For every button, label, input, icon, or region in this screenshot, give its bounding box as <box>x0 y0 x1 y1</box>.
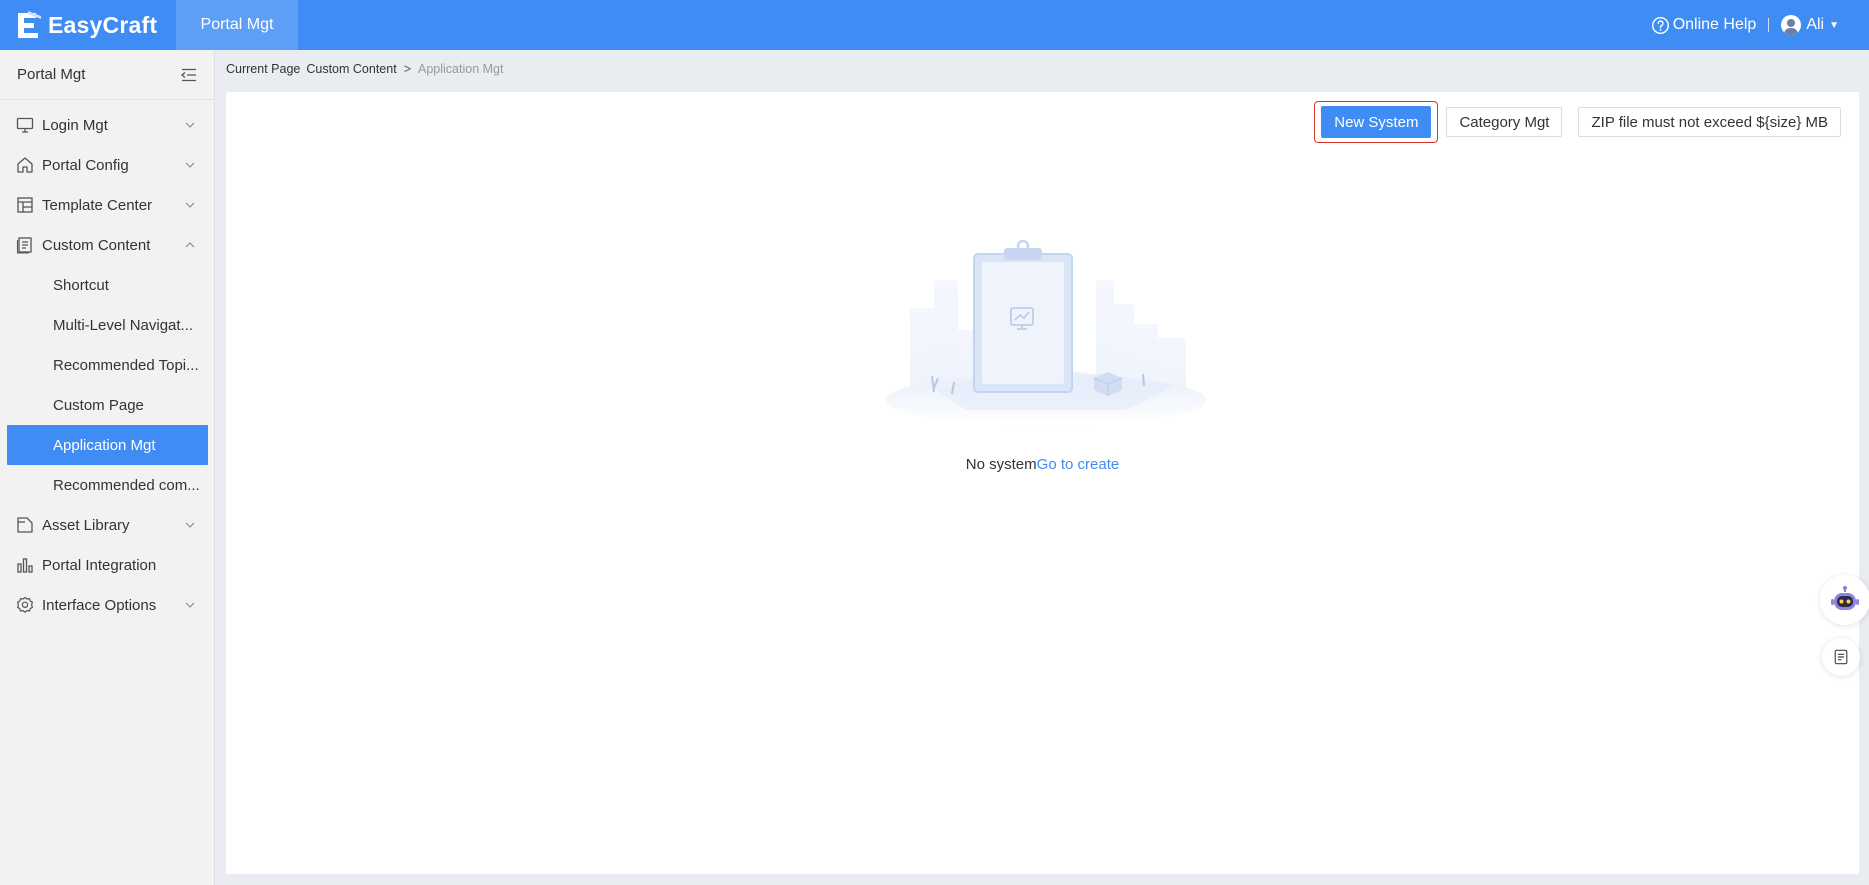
breadcrumb: Current Page Custom Content > Applicatio… <box>226 60 503 78</box>
empty-clipboard-illustration <box>886 240 1206 426</box>
breadcrumb-current: Application Mgt <box>418 62 504 76</box>
breadcrumb-prefix: Current Page <box>226 62 301 76</box>
new-system-highlight: New System <box>1314 101 1439 143</box>
user-name: Ali <box>1806 16 1825 33</box>
zip-upload-button[interactable]: ZIP file must not exceed ${size} MB <box>1578 107 1841 137</box>
gear-icon <box>16 596 34 614</box>
folder-file-icon <box>16 516 34 534</box>
sidebar-item-portal-integration[interactable]: Portal Integration <box>0 545 214 585</box>
sidebar-item-label: Asset Library <box>42 516 130 534</box>
user-avatar-icon <box>1784 19 1799 35</box>
sidebar-subitem-label: Recommended Topi... <box>53 356 199 374</box>
breadcrumb-separator: > <box>403 62 411 76</box>
user-menu[interactable]: Ali ▼ <box>1781 15 1839 35</box>
sidebar-item-label: Portal Config <box>42 156 129 174</box>
robot-icon <box>1831 586 1859 610</box>
top-bar: EasyCraft Portal Mgt Online Help Ali ▼ <box>0 0 1869 50</box>
go-to-create-link[interactable]: Go to create <box>1037 456 1120 473</box>
layout-icon <box>16 196 34 214</box>
assistant-robot-button[interactable] <box>1820 575 1869 625</box>
collapse-menu-icon[interactable] <box>180 66 198 84</box>
sidebar-subitem-shortcut[interactable]: Shortcut <box>0 265 214 305</box>
chevron-down-icon <box>184 159 196 171</box>
new-system-button[interactable]: New System <box>1321 106 1432 138</box>
tab-portal-mgt[interactable]: Portal Mgt <box>176 0 298 50</box>
sidebar-subitem-label: Recommended com... <box>53 476 200 494</box>
empty-state-text: No system <box>965 456 1037 473</box>
sidebar-item-label: Login Mgt <box>42 116 108 134</box>
sidebar-item-portal-config[interactable]: Portal Config <box>0 145 214 185</box>
sidebar-subitem-label: Application Mgt <box>53 436 156 454</box>
sidebar-subitem-custom-page[interactable]: Custom Page <box>0 385 214 425</box>
sidebar-subitem-label: Custom Page <box>53 396 144 414</box>
toolbar: New System Category Mgt ZIP file must no… <box>1314 101 1841 143</box>
sidebar-subitem-recommended-content[interactable]: Recommended com... <box>0 465 214 505</box>
breadcrumb-parent[interactable]: Custom Content <box>306 62 396 76</box>
home-icon <box>16 156 34 174</box>
header-divider <box>1768 18 1770 32</box>
main-panel: New System Category Mgt ZIP file must no… <box>226 92 1859 874</box>
notes-button[interactable] <box>1822 638 1860 676</box>
sidebar-item-custom-content[interactable]: Custom Content <box>0 225 214 265</box>
chevron-down-icon <box>184 599 196 611</box>
document-icon <box>16 236 34 254</box>
sidebar-item-label: Portal Integration <box>42 556 157 574</box>
online-help-link[interactable]: Online Help <box>1651 16 1757 35</box>
bar-chart-icon <box>16 556 34 574</box>
caret-down-icon: ▼ <box>1829 19 1839 31</box>
sidebar-subitem-label: Shortcut <box>53 276 109 294</box>
sidebar-item-label: Interface Options <box>42 596 157 614</box>
top-right-area: Online Help Ali ▼ <box>1651 0 1839 50</box>
chevron-down-icon <box>184 119 196 131</box>
sidebar-header: Portal Mgt <box>0 50 214 100</box>
sidebar-subitem-label: Multi-Level Navigat... <box>53 316 194 334</box>
sidebar-item-interface-options[interactable]: Interface Options <box>0 585 214 625</box>
sidebar: Portal Mgt Login Mgt Portal Config Templ… <box>0 50 215 885</box>
sidebar-item-asset-library[interactable]: Asset Library <box>0 505 214 545</box>
monitor-icon <box>16 116 34 134</box>
notes-icon <box>1834 649 1848 665</box>
question-circle-icon <box>1651 16 1669 34</box>
chevron-down-icon <box>184 199 196 211</box>
empty-state-message: No systemGo to create <box>226 456 1859 473</box>
sidebar-item-label: Template Center <box>42 196 153 214</box>
app-name: EasyCraft <box>48 11 158 38</box>
avatar <box>1781 15 1802 35</box>
chevron-up-icon <box>184 239 196 251</box>
logo-icon <box>18 11 41 38</box>
category-mgt-button[interactable]: Category Mgt <box>1446 107 1563 137</box>
app-logo[interactable]: EasyCraft <box>0 0 176 50</box>
sidebar-subitem-application-mgt[interactable]: Application Mgt <box>7 425 208 465</box>
sidebar-item-label: Custom Content <box>42 236 151 254</box>
sidebar-item-login-mgt[interactable]: Login Mgt <box>0 105 214 145</box>
sidebar-item-template-center[interactable]: Template Center <box>0 185 214 225</box>
sidebar-title: Portal Mgt <box>17 66 86 83</box>
sidebar-menu: Login Mgt Portal Config Template Center … <box>0 100 214 625</box>
sidebar-subitem-recommended-topics[interactable]: Recommended Topi... <box>0 345 214 385</box>
sidebar-subitem-multi-level-navigation[interactable]: Multi-Level Navigat... <box>0 305 214 345</box>
online-help-label: Online Help <box>1672 16 1757 33</box>
chevron-down-icon <box>184 519 196 531</box>
